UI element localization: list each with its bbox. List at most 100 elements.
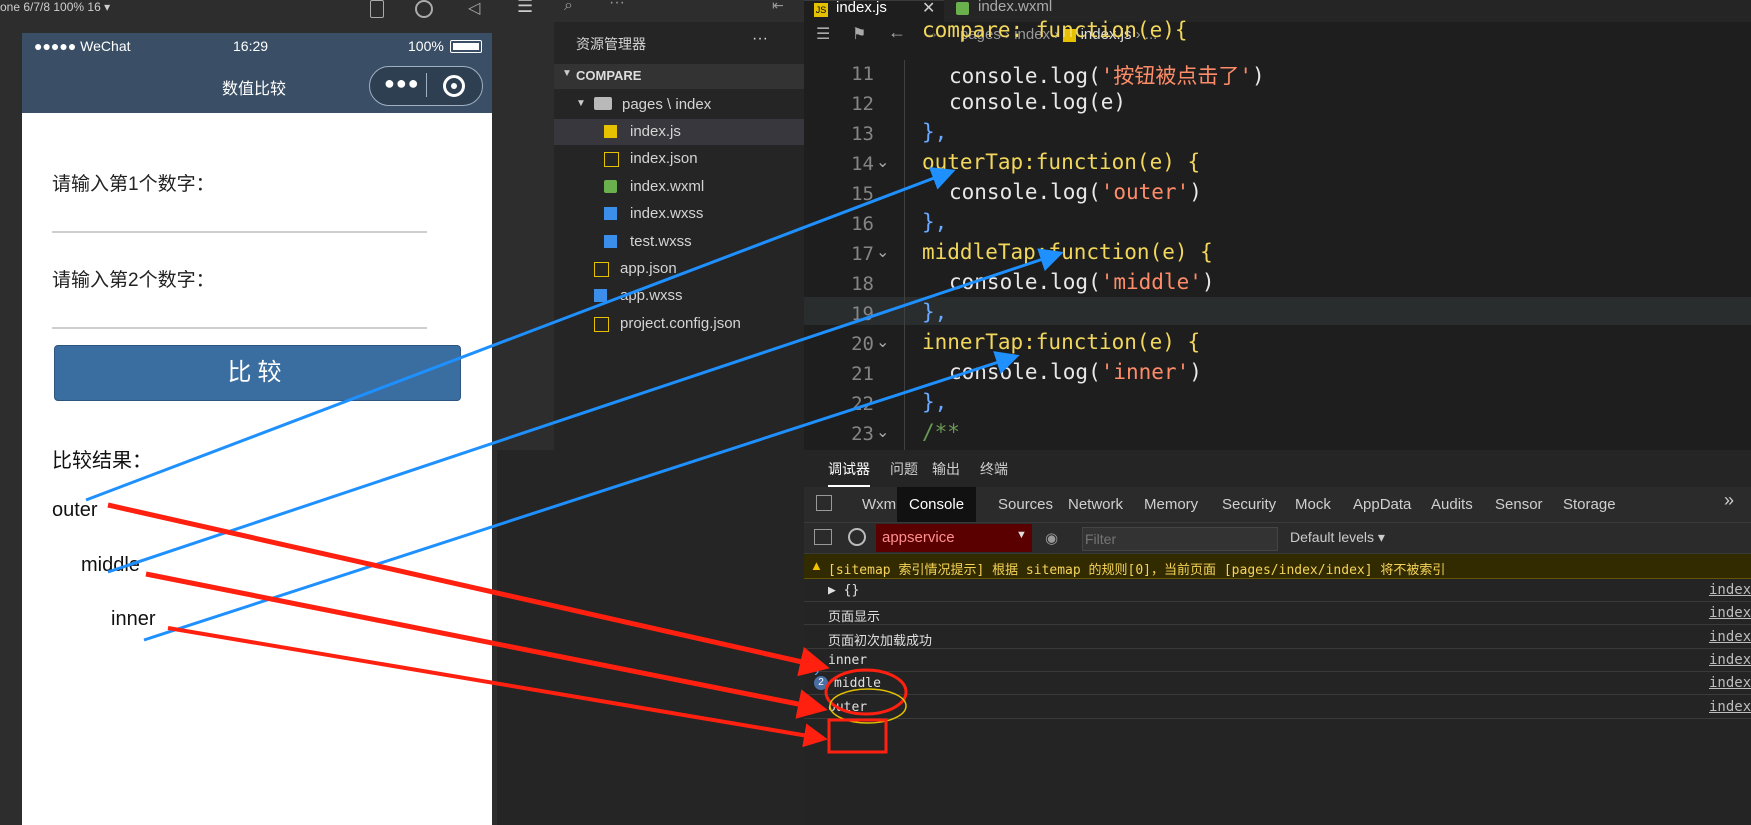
chevron-down-icon[interactable]: ▼ [562, 68, 572, 79]
file-name: index.json [630, 150, 698, 168]
fold-chevron-icon[interactable]: ⌄ [876, 242, 889, 262]
inner-view[interactable]: inner [111, 608, 155, 631]
line-number: 21 [851, 363, 874, 385]
tab-memory[interactable]: Memory [1144, 487, 1198, 522]
source-link[interactable]: index [1709, 629, 1751, 645]
file-item[interactable]: index.js [554, 119, 804, 145]
indent-guide [904, 150, 905, 180]
source-link[interactable]: index [1709, 652, 1751, 668]
line-number: 17 [851, 243, 874, 265]
json-file-icon [594, 316, 609, 332]
tab-storage[interactable]: Storage [1563, 487, 1616, 522]
source-link[interactable]: index [1709, 699, 1751, 715]
source-link[interactable]: index [1709, 675, 1751, 691]
file-item[interactable]: index.wxss [554, 201, 804, 227]
tab-sensor[interactable]: Sensor [1495, 487, 1543, 522]
compare-button[interactable]: 比较 [54, 345, 461, 401]
line-number: 22 [851, 393, 874, 415]
list-icon[interactable]: ☰ [517, 0, 533, 17]
wxss-file-icon [604, 207, 617, 221]
console-toolbar: appservice ▼ ◉ Default levels ▾ [804, 523, 1751, 554]
file-item[interactable]: app.json [554, 256, 804, 282]
phone-icon[interactable] [370, 0, 384, 18]
volume-icon[interactable]: ◁ [468, 0, 480, 18]
search-icon[interactable]: ⌕ [564, 0, 573, 15]
console-log-row: ▶ {} index [804, 579, 1751, 602]
tab-output[interactable]: 输出 [932, 459, 960, 479]
file-item[interactable]: test.wxss [554, 229, 804, 255]
line-number: 15 [851, 183, 874, 205]
file-item[interactable]: project.config.json [554, 311, 804, 337]
fold-chevron-icon[interactable]: ⌄ [876, 152, 889, 172]
console-log-text[interactable]: ▶ {} [828, 583, 859, 598]
code-line: console.log('按钮被点击了') [949, 64, 1265, 88]
sidebar-toggle-icon[interactable] [814, 529, 832, 545]
inspect-element-icon[interactable] [816, 495, 832, 511]
folder-label: pages \ index [622, 96, 712, 113]
project-header[interactable]: ▼ COMPARE [554, 64, 804, 89]
tab-mock[interactable]: Mock [1295, 487, 1331, 522]
record-icon[interactable] [415, 0, 433, 18]
capsule-menu[interactable]: ●●● [369, 66, 483, 106]
tab-console[interactable]: Console [897, 487, 977, 522]
file-item[interactable]: index.json [554, 146, 804, 172]
source-link[interactable]: index [1709, 605, 1751, 621]
code-area[interactable]: compare: function(e){11 console.log('按钮被点… [804, 0, 1751, 450]
clear-console-icon[interactable] [848, 528, 866, 546]
explorer-more-icon[interactable]: ··· [752, 30, 768, 48]
more-tabs-icon[interactable]: » [1724, 490, 1734, 511]
tab-problems[interactable]: 问题 [890, 459, 918, 479]
fold-chevron-icon[interactable]: ⌄ [876, 422, 889, 442]
console-prompt[interactable]: › [814, 663, 819, 681]
signal-status: ●●●●● WeChat [34, 38, 131, 54]
indent-guide [904, 360, 905, 390]
filter-input[interactable] [1082, 527, 1278, 551]
close-mini-program-icon[interactable] [443, 75, 465, 97]
file-name: test.wxss [630, 232, 692, 250]
indent-guide [904, 120, 905, 150]
line-number: 20 [851, 333, 874, 355]
tab-network[interactable]: Network [1068, 487, 1123, 522]
number-input-1[interactable] [52, 203, 427, 233]
code-line: console.log('outer') [949, 180, 1202, 204]
number-input-2[interactable] [52, 299, 427, 329]
tab-sources[interactable]: Sources [998, 487, 1053, 522]
tab-appdata[interactable]: AppData [1353, 487, 1411, 522]
outer-view[interactable]: outer [52, 499, 98, 522]
code-editor: JS index.js ✕ index.wxml ☰ ⚑ ← → pages ›… [804, 0, 1751, 450]
code-line: }, [922, 300, 948, 324]
folder-pages-index[interactable]: ▼ pages \ index [554, 92, 804, 118]
line-number: 19 [851, 303, 874, 325]
code-line: }, [922, 210, 948, 234]
source-link[interactable]: index [1709, 582, 1751, 598]
log-levels-dropdown[interactable]: Default levels ▾ [1290, 529, 1385, 546]
indent-guide [904, 300, 905, 330]
eye-icon[interactable]: ◉ [1045, 529, 1058, 547]
tab-security[interactable]: Security [1222, 487, 1276, 522]
line-number: 12 [851, 93, 874, 115]
context-label: appservice [882, 529, 955, 546]
file-item[interactable]: app.wxss [554, 283, 804, 309]
tab-audits[interactable]: Audits [1431, 487, 1473, 522]
tab-debugger[interactable]: 调试器 [828, 459, 870, 487]
input-underline-2 [52, 327, 427, 329]
device-selector[interactable]: one 6/7/8 100% 16 ▾ [0, 0, 110, 14]
collapse-icon[interactable]: ⇤ [772, 0, 784, 14]
fold-chevron-icon[interactable]: ⌄ [876, 332, 889, 352]
devtools-top-tabs: 调试器 问题 输出 终端 [804, 450, 1751, 487]
more-dots-icon[interactable]: ●●● [384, 73, 420, 94]
line-number: 16 [851, 213, 874, 235]
indent-guide [904, 240, 905, 270]
indent-guide [904, 210, 905, 240]
tab-terminal[interactable]: 终端 [980, 459, 1008, 479]
result-label: 比较结果： [52, 450, 152, 472]
more-icon[interactable]: ··· [609, 0, 625, 12]
console-log-text: 页面初次加载成功 [828, 633, 933, 649]
tab-wxml[interactable]: Wxml [862, 487, 900, 522]
middle-view[interactable]: middle [81, 554, 140, 577]
dropdown-arrow-icon: ▼ [1016, 529, 1027, 541]
file-item[interactable]: index.wxml [554, 174, 804, 200]
devtools-panel: 调试器 问题 输出 终端 » Wxml Console Sources Network… [804, 450, 1751, 825]
context-selector[interactable]: appservice ▼ [876, 524, 1032, 552]
explorer-toolbar: ⌕ ··· ⇤ [554, 0, 804, 22]
